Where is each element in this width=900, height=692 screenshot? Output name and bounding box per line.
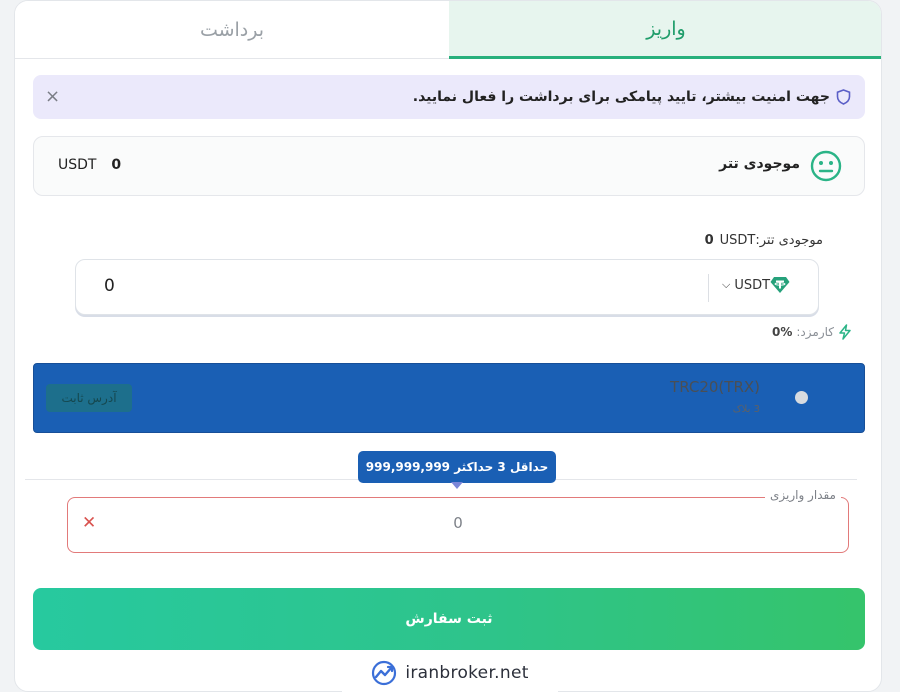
deposit-amount-field: ✕ (67, 497, 849, 553)
balance-unit: USDT (58, 157, 97, 173)
watermark-text: iranbroker.net (405, 663, 529, 683)
currency-select[interactable]: ⌵ USDT (722, 276, 794, 294)
fee-info: کارمزد: 0% (772, 324, 853, 340)
balance-card: موجودی تتر USDT 0 (33, 136, 865, 196)
deposit-amount-legend: مقدار واریزی (764, 488, 841, 502)
tab-deposit[interactable]: واریز (449, 1, 881, 59)
tab-withdraw-label: برداشت (199, 18, 265, 41)
network-name: TRC20(TRX) (670, 378, 760, 396)
alert-text: جهت امنیت بیشتر، تایید پیامکی برای برداش… (412, 89, 830, 105)
tab-deposit-label: واریز (646, 17, 686, 40)
range-tooltip-text: حداقل 3 حداکثر 999,999,999 (365, 460, 549, 474)
tab-withdraw[interactable]: برداشت (15, 1, 449, 59)
watermark: iranbroker.net (342, 654, 558, 692)
range-tooltip: حداقل 3 حداکثر 999,999,999 (358, 451, 556, 483)
security-alert: جهت امنیت بیشتر، تایید پیامکی برای برداش… (33, 75, 865, 119)
shield-icon (836, 89, 851, 105)
tooltip-arrow (451, 482, 463, 489)
submit-order-button[interactable]: ثبت سفارش (33, 588, 865, 650)
balance-amount: 0 (111, 157, 122, 173)
brand-logo-icon (372, 660, 397, 686)
neutral-face-icon (810, 150, 842, 182)
clear-icon[interactable]: ✕ (82, 513, 96, 533)
deposit-amount-input[interactable] (398, 514, 518, 532)
available-balance-unit: USDT (719, 233, 756, 248)
balance-value: USDT 0 (58, 157, 121, 173)
balance-label: موجودی تتر (719, 156, 800, 172)
network-blocks: 3 بلاک (732, 404, 760, 415)
available-balance: موجودی تتر: 0 USDT (699, 233, 823, 248)
currency-label: USDT (734, 277, 771, 293)
fixed-address-badge: آدرس ثابت (46, 384, 132, 412)
fee-value: 0% (772, 325, 793, 339)
amount-input[interactable] (104, 276, 664, 296)
lightning-icon (839, 324, 851, 340)
network-radio[interactable] (795, 391, 808, 404)
available-balance-label: موجودی تتر: (755, 233, 823, 248)
amount-input-group: ⌵ USDT (75, 259, 819, 315)
available-balance-value: 0 (704, 233, 714, 248)
close-icon[interactable]: × (45, 86, 60, 107)
tether-icon (770, 277, 790, 293)
fee-label: کارمزد: (796, 325, 834, 339)
network-option-trc20[interactable]: TRC20(TRX) 3 بلاک آدرس ثابت (33, 363, 865, 433)
deposit-card: برداشت واریز جهت امنیت بیشتر، تایید پیام… (14, 0, 882, 692)
amount-separator (708, 274, 709, 302)
chevron-down-icon: ⌵ (722, 278, 731, 291)
